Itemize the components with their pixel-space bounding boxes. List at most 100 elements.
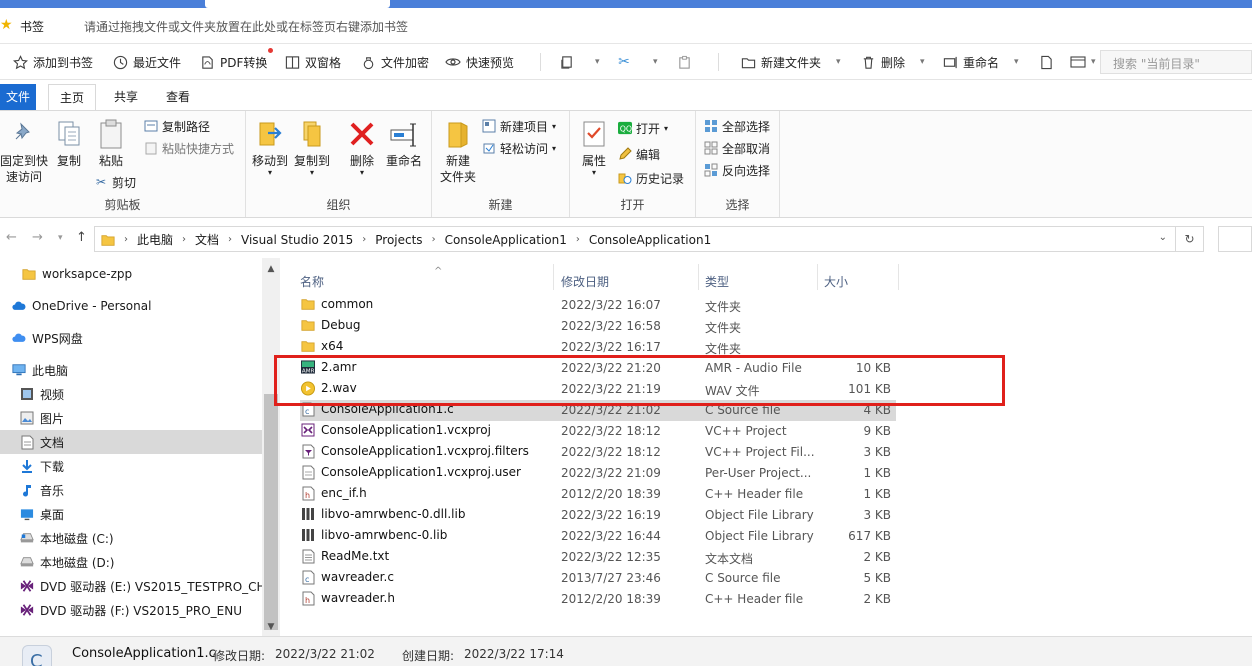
chevron-right-icon[interactable]: › [182, 234, 186, 245]
tab-share[interactable]: 共享 [104, 84, 148, 110]
view-mode-button[interactable]: ▾ [1070, 44, 1096, 80]
file-row[interactable]: c wavreader.c 2013/7/27 23:46 C Source file… [300, 568, 896, 589]
sidebar-item[interactable]: 本地磁盘 (C:) [0, 526, 262, 550]
up-arrow-icon[interactable]: ↑ [76, 230, 87, 245]
breadcrumb-item[interactable]: 此电脑 [137, 231, 173, 248]
column-header-size[interactable]: 大小 [818, 266, 898, 296]
sidebar-item[interactable]: worksapce-zpp [0, 262, 262, 286]
easy-access-button[interactable]: 轻松访问 ▾ [482, 139, 556, 157]
new-item-button[interactable]: 新建项目 ▾ [482, 117, 556, 135]
ribbon-cut-button[interactable]: ✂ 剪切 [94, 173, 136, 191]
cut-button[interactable]: ✂ ▾ [616, 44, 658, 80]
copy-to-button[interactable]: 复制到 ▾ [292, 117, 332, 177]
history-button[interactable]: 历史记录 [618, 169, 684, 187]
recent-locations-chevron-icon[interactable]: ▾ [58, 233, 63, 243]
paste-button[interactable] [676, 44, 692, 80]
chevron-down-icon[interactable]: ▾ [552, 144, 556, 153]
chevron-down-icon[interactable]: ▾ [310, 169, 314, 177]
ribbon-paste-button[interactable]: 粘贴 [92, 117, 130, 169]
properties-button[interactable] [1038, 44, 1054, 80]
properties-ribbon-button[interactable]: 属性 ▾ [576, 117, 612, 177]
column-separator[interactable] [898, 264, 899, 290]
sidebar-item[interactable]: 音乐 [0, 478, 262, 502]
copy-button[interactable]: ▾ [558, 44, 600, 80]
chevron-right-icon[interactable]: › [576, 234, 580, 245]
file-row[interactable]: ConsoleApplication1.vcxproj.filters 2022/… [300, 442, 896, 463]
breadcrumb-item[interactable]: 文档 [195, 231, 219, 248]
breadcrumb-item[interactable]: ConsoleApplication1 [445, 233, 567, 247]
search-input[interactable]: 搜索 "当前目录" [1100, 50, 1252, 74]
chevron-down-icon[interactable]: ▾ [653, 57, 658, 67]
file-row[interactable]: 2.wav 2022/3/22 21:19 WAV 文件 101 KB [300, 379, 896, 400]
tab-home[interactable]: 主页 [48, 84, 96, 111]
recent-files-button[interactable]: 最近文件 [112, 44, 181, 80]
scroll-up-icon[interactable]: ▲ [262, 264, 280, 274]
rename-button[interactable]: 重命名 ▾ [942, 44, 1019, 80]
scrollbar-thumb[interactable] [264, 394, 278, 630]
breadcrumb-item[interactable]: ConsoleApplication1 [589, 233, 711, 247]
ribbon-copy-button[interactable]: 复制 [50, 117, 88, 169]
address-dropdown-icon[interactable]: ⌄ [1159, 232, 1167, 243]
sidebar-item[interactable]: 桌面 [0, 502, 262, 526]
sidebar-item[interactable]: 图片 [0, 406, 262, 430]
file-row[interactable]: libvo-amrwbenc-0.dll.lib 2022/3/22 16:19 O… [300, 505, 896, 526]
sidebar-item[interactable]: 文档 [0, 430, 262, 454]
ribbon-rename-button[interactable]: 重命名 [382, 117, 426, 169]
chevron-down-icon[interactable]: ▾ [1014, 57, 1019, 67]
chevron-down-icon[interactable]: ▾ [920, 57, 925, 67]
tab-view[interactable]: 查看 [156, 84, 200, 110]
paste-shortcut-button[interactable]: 粘贴快捷方式 [144, 139, 234, 157]
file-row[interactable]: h wavreader.h 2012/2/20 18:39 C++ Header fi… [300, 589, 896, 610]
column-separator[interactable] [553, 264, 554, 290]
sidebar-item[interactable]: OneDrive - Personal [0, 294, 262, 318]
chevron-right-icon[interactable]: › [228, 234, 232, 245]
chevron-right-icon[interactable]: › [432, 234, 436, 245]
add-bookmark-button[interactable]: 添加到书签 [12, 44, 93, 80]
breadcrumb-item[interactable]: Visual Studio 2015 [241, 233, 353, 247]
file-row[interactable]: c ConsoleApplication1.c 2022/3/22 21:02 C S… [300, 400, 896, 421]
scroll-down-icon[interactable]: ▼ [262, 622, 280, 632]
active-tab[interactable] [205, 0, 390, 8]
open-button[interactable]: QQ 打开 ▾ [618, 119, 668, 137]
chevron-down-icon[interactable]: ▾ [664, 124, 668, 133]
file-row[interactable]: ReadMe.txt 2022/3/22 12:35 文本文档 2 KB [300, 547, 896, 568]
sidebar-item[interactable]: 本地磁盘 (D:) [0, 550, 262, 574]
file-row[interactable]: h enc_if.h 2012/2/20 18:39 C++ Header file 1… [300, 484, 896, 505]
select-all-button[interactable]: 全部选择 [704, 117, 770, 135]
sidebar-item[interactable]: 视频 [0, 382, 262, 406]
sidebar-scrollbar[interactable]: ▲ ▼ [262, 258, 280, 636]
dual-pane-button[interactable]: 双窗格 [284, 44, 341, 80]
sidebar-item[interactable]: DVD 驱动器 (F:) VS2015_PRO_ENU [0, 598, 262, 622]
invert-selection-button[interactable]: 反向选择 [704, 161, 770, 179]
chevron-down-icon[interactable]: ▾ [595, 57, 600, 67]
sidebar-item[interactable]: 此电脑 [0, 358, 262, 382]
move-to-button[interactable]: 移动到 ▾ [250, 117, 290, 177]
chevron-down-icon[interactable]: ▾ [360, 169, 364, 177]
new-folder-button[interactable]: 新建文件夹 ▾ [740, 44, 841, 80]
file-row[interactable]: ConsoleApplication1.vcxproj.user 2022/3/2… [300, 463, 896, 484]
chevron-right-icon[interactable]: › [362, 234, 366, 245]
chevron-down-icon[interactable]: ▾ [268, 169, 272, 177]
file-row[interactable]: AMR 2.amr 2022/3/22 21:20 AMR - Audio File 1… [300, 358, 896, 379]
pdf-convert-button[interactable]: PDF转换 [199, 44, 267, 80]
quick-preview-button[interactable]: 快速预览 [445, 44, 514, 80]
file-row[interactable]: common 2022/3/22 16:07 文件夹 [300, 295, 896, 316]
folder-search-input[interactable] [1218, 226, 1252, 252]
sidebar-item[interactable]: DVD 驱动器 (E:) VS2015_TESTPRO_CHS [0, 574, 262, 598]
file-row[interactable]: Debug 2022/3/22 16:58 文件夹 [300, 316, 896, 337]
encrypt-button[interactable]: 文件加密 [360, 44, 429, 80]
column-header-name[interactable]: 名称 ^ [294, 266, 552, 296]
address-bar[interactable]: › 此电脑 › 文档 › Visual Studio 2015 › Projec… [94, 226, 1176, 252]
column-header-date[interactable]: 修改日期 [555, 266, 697, 296]
column-header-type[interactable]: 类型 [699, 266, 815, 296]
file-row[interactable]: ConsoleApplication1.vcxproj 2022/3/22 18:… [300, 421, 896, 442]
chevron-down-icon[interactable]: ▾ [552, 122, 556, 131]
refresh-button[interactable]: ↻ [1176, 226, 1204, 252]
back-arrow-icon[interactable]: ← [6, 230, 17, 245]
breadcrumb-item[interactable]: Projects [375, 233, 422, 247]
delete-button[interactable]: 删除 ▾ [860, 44, 925, 80]
edit-button[interactable]: 编辑 [618, 145, 660, 163]
ribbon-delete-button[interactable]: 删除 ▾ [342, 117, 382, 177]
file-row[interactable]: x64 2022/3/22 16:17 文件夹 [300, 337, 896, 358]
chevron-down-icon[interactable]: ▾ [836, 57, 841, 67]
